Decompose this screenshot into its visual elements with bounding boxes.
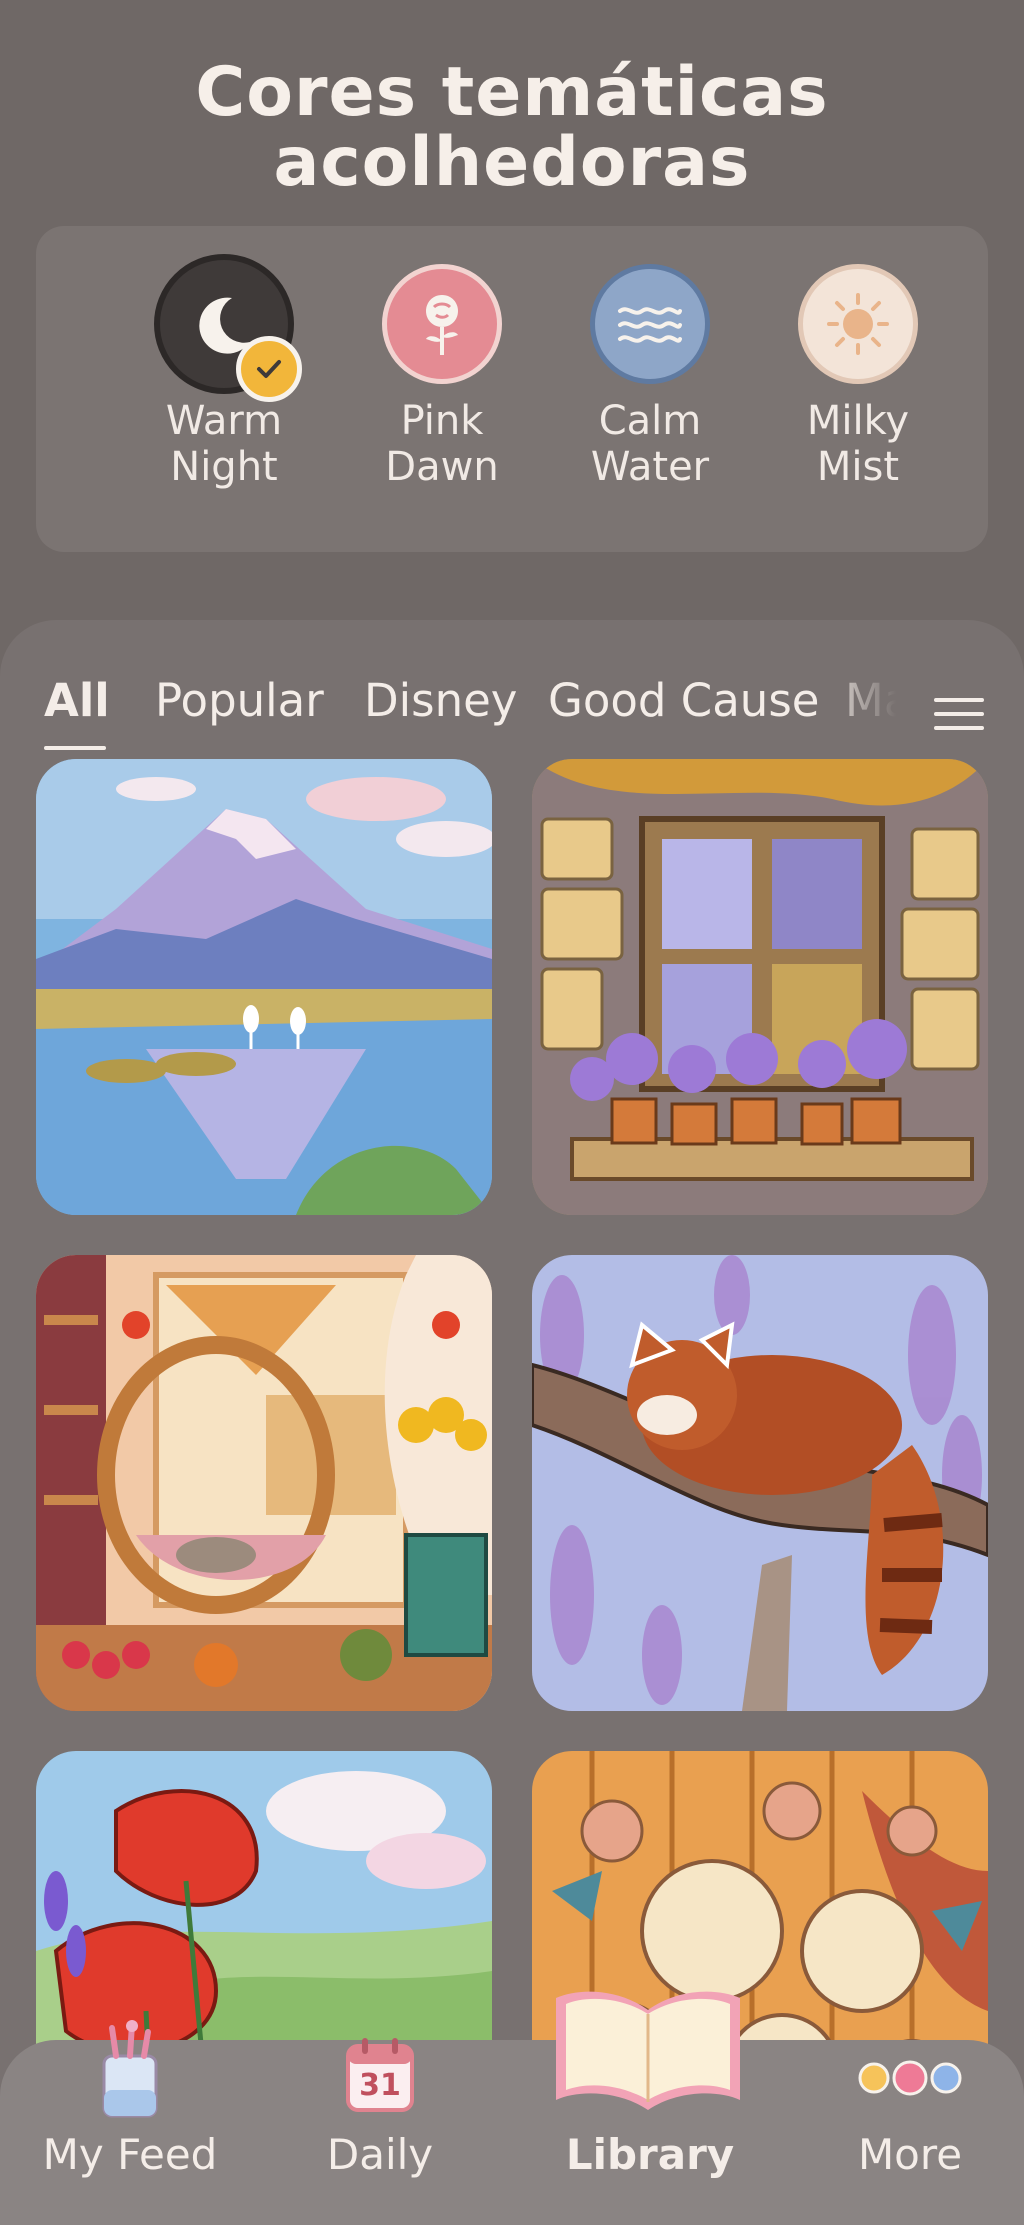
- artwork-card-window-flowers[interactable]: [532, 759, 988, 1215]
- tab-disney[interactable]: Disney: [364, 674, 517, 727]
- theme-option-warm-night[interactable]: Warm Night: [134, 254, 314, 490]
- page-title-line2: acolhedoras: [273, 123, 751, 202]
- page-title: Cores temáticas acolhedoras: [0, 58, 1024, 198]
- theme-label-line2: Night: [170, 444, 278, 490]
- theme-label-line2: Dawn: [385, 444, 499, 490]
- mountain-lake-illustration: [36, 759, 492, 1215]
- tab-good-cause[interactable]: Good Cause: [548, 674, 819, 727]
- selected-check-icon: [236, 336, 302, 402]
- theme-label-warm-night: Warm Night: [134, 398, 314, 490]
- sun-icon: [827, 293, 889, 355]
- nav-label-more: More: [857, 2130, 963, 2179]
- window-flowers-illustration: [532, 759, 988, 1215]
- theme-label-line2: Mist: [816, 444, 900, 490]
- theme-label-pink-dawn: Pink Dawn: [352, 398, 532, 490]
- active-tab-indicator: [44, 746, 106, 750]
- theme-label-line1: Calm: [598, 398, 702, 444]
- theme-option-milky-mist[interactable]: Milky Mist: [768, 264, 948, 490]
- theme-selector-panel: Warm Night Pink Dawn Calm Water Milky Mi…: [36, 226, 988, 552]
- page-title-line1: Cores temáticas: [195, 53, 829, 132]
- artwork-card-hanging-chair[interactable]: [36, 1255, 492, 1711]
- theme-swatch-calm-water[interactable]: [590, 264, 710, 384]
- theme-swatch-warm-night[interactable]: [154, 254, 302, 402]
- nav-label-daily: Daily: [326, 2130, 434, 2179]
- artwork-card-mountain-lake[interactable]: [36, 759, 492, 1215]
- category-tabs: All Popular Disney Good Cause Ma: [0, 654, 1024, 750]
- theme-option-calm-water[interactable]: Calm Water: [560, 264, 740, 490]
- calendar-day: 31: [359, 2068, 401, 2103]
- nav-label-my-feed: My Feed: [42, 2130, 218, 2179]
- hanging-chair-illustration: [36, 1255, 492, 1711]
- tabs-fade: [840, 654, 920, 744]
- theme-swatch-pink-dawn[interactable]: [382, 264, 502, 384]
- theme-label-line1: Pink: [400, 398, 484, 444]
- dots-icon: [858, 2060, 962, 2096]
- theme-label-milky-mist: Milky Mist: [768, 398, 948, 490]
- rose-icon: [426, 295, 458, 355]
- bottom-navigation: My Feed 31 Daily Library More: [0, 1991, 1024, 2225]
- theme-swatch-milky-mist[interactable]: [798, 264, 918, 384]
- artwork-card-red-panda[interactable]: [532, 1255, 988, 1711]
- tab-popular[interactable]: Popular: [155, 674, 324, 727]
- book-icon: [556, 1991, 740, 2110]
- nav-label-library: Library: [565, 2130, 735, 2179]
- brush-cup-icon: [102, 2020, 158, 2118]
- theme-label-line1: Milky: [806, 398, 910, 444]
- theme-label-line2: Water: [590, 444, 710, 490]
- red-panda-illustration: [532, 1255, 988, 1711]
- theme-option-pink-dawn[interactable]: Pink Dawn: [352, 264, 532, 490]
- tab-all[interactable]: All: [44, 674, 110, 727]
- theme-label-line1: Warm: [165, 398, 283, 444]
- waves-icon: [618, 307, 682, 343]
- theme-label-calm-water: Calm Water: [560, 398, 740, 490]
- hamburger-menu-icon[interactable]: [934, 694, 984, 734]
